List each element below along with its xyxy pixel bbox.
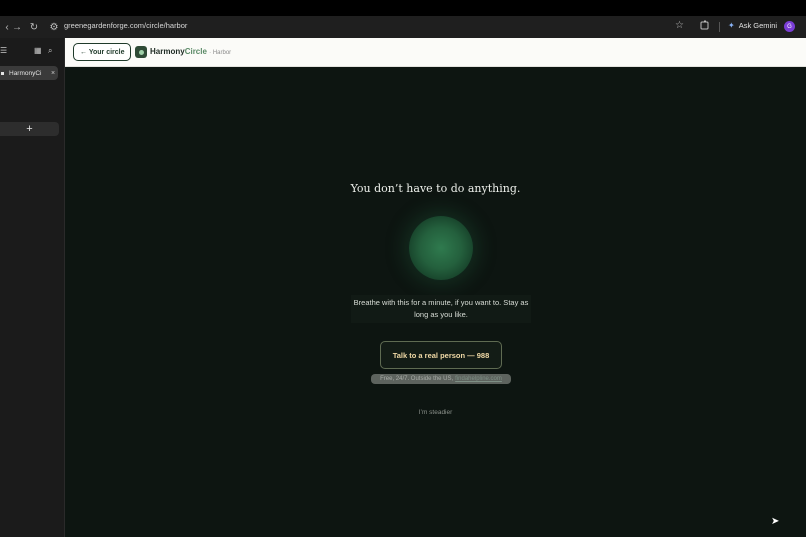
browser-toolbar: ‹ → ↻ ⚙ greenegardenforge.com/circle/har… [0, 16, 806, 38]
brand-part-circle: Circle [184, 47, 207, 56]
brand-title[interactable]: HarmonyCircle · Harbor [150, 47, 231, 56]
address-bar[interactable]: greenegardenforge.com/circle/harbor [64, 21, 187, 30]
helpline-note-text: Free, 24/7. Outside the US, [380, 376, 454, 382]
toolbar-separator [719, 22, 720, 32]
your-circle-button[interactable]: ← Your circle [73, 43, 132, 61]
ask-gemini-button[interactable]: ✦ Ask Gemini [728, 21, 777, 30]
gemini-icon: ✦ [728, 21, 735, 30]
reload-icon[interactable]: ↻ [27, 20, 41, 34]
headline: You don’t have to do anything. [350, 182, 521, 195]
cursor-icon: ➤ [771, 516, 780, 527]
window-top-strip [0, 0, 806, 16]
talk-to-person-button[interactable]: Talk to a real person — 988 [380, 341, 502, 369]
extensions-icon[interactable] [700, 20, 710, 32]
page-header: ← Your circle HarmonyCircle · Harbor [65, 38, 806, 67]
im-steadier-link[interactable]: I’m steadier [65, 409, 806, 416]
sidebar-collapse-icon[interactable]: ☰ [0, 46, 12, 56]
forward-icon[interactable]: → [10, 20, 24, 34]
brand-subtitle: · Harbor [209, 50, 232, 56]
brand-part-harmony: Harmony [150, 47, 185, 56]
breathe-message: Breathe with this for a minute, if you w… [351, 295, 531, 323]
breathing-orb [409, 216, 473, 280]
helpline-note: Free, 24/7. Outside the US, findahelplin… [371, 374, 511, 384]
vertical-tabs-sidebar: ☰ ▦ ⌕ HarmonyCi × + [0, 38, 65, 537]
sidebar-tab-harmonycircle[interactable]: HarmonyCi × [0, 66, 58, 80]
close-icon[interactable]: × [48, 70, 58, 77]
ask-gemini-label: Ask Gemini [738, 21, 778, 30]
star-icon[interactable]: ☆ [675, 20, 684, 31]
calm-main-area: You don’t have to do anything. Breathe w… [65, 67, 806, 537]
brand-logo-icon [135, 46, 147, 58]
profile-avatar[interactable]: G [784, 21, 795, 32]
helpline-link[interactable]: findahelpline.com [455, 376, 502, 382]
sidebar-tab-label: HarmonyCi [9, 69, 42, 77]
tab-search-icon[interactable]: ⌕ [48, 46, 60, 56]
tab-favicon [1, 71, 4, 75]
new-tab-button[interactable]: + [0, 122, 59, 136]
tab-grid-icon[interactable]: ▦ [34, 46, 46, 56]
site-settings-icon[interactable]: ⚙ [47, 20, 61, 34]
